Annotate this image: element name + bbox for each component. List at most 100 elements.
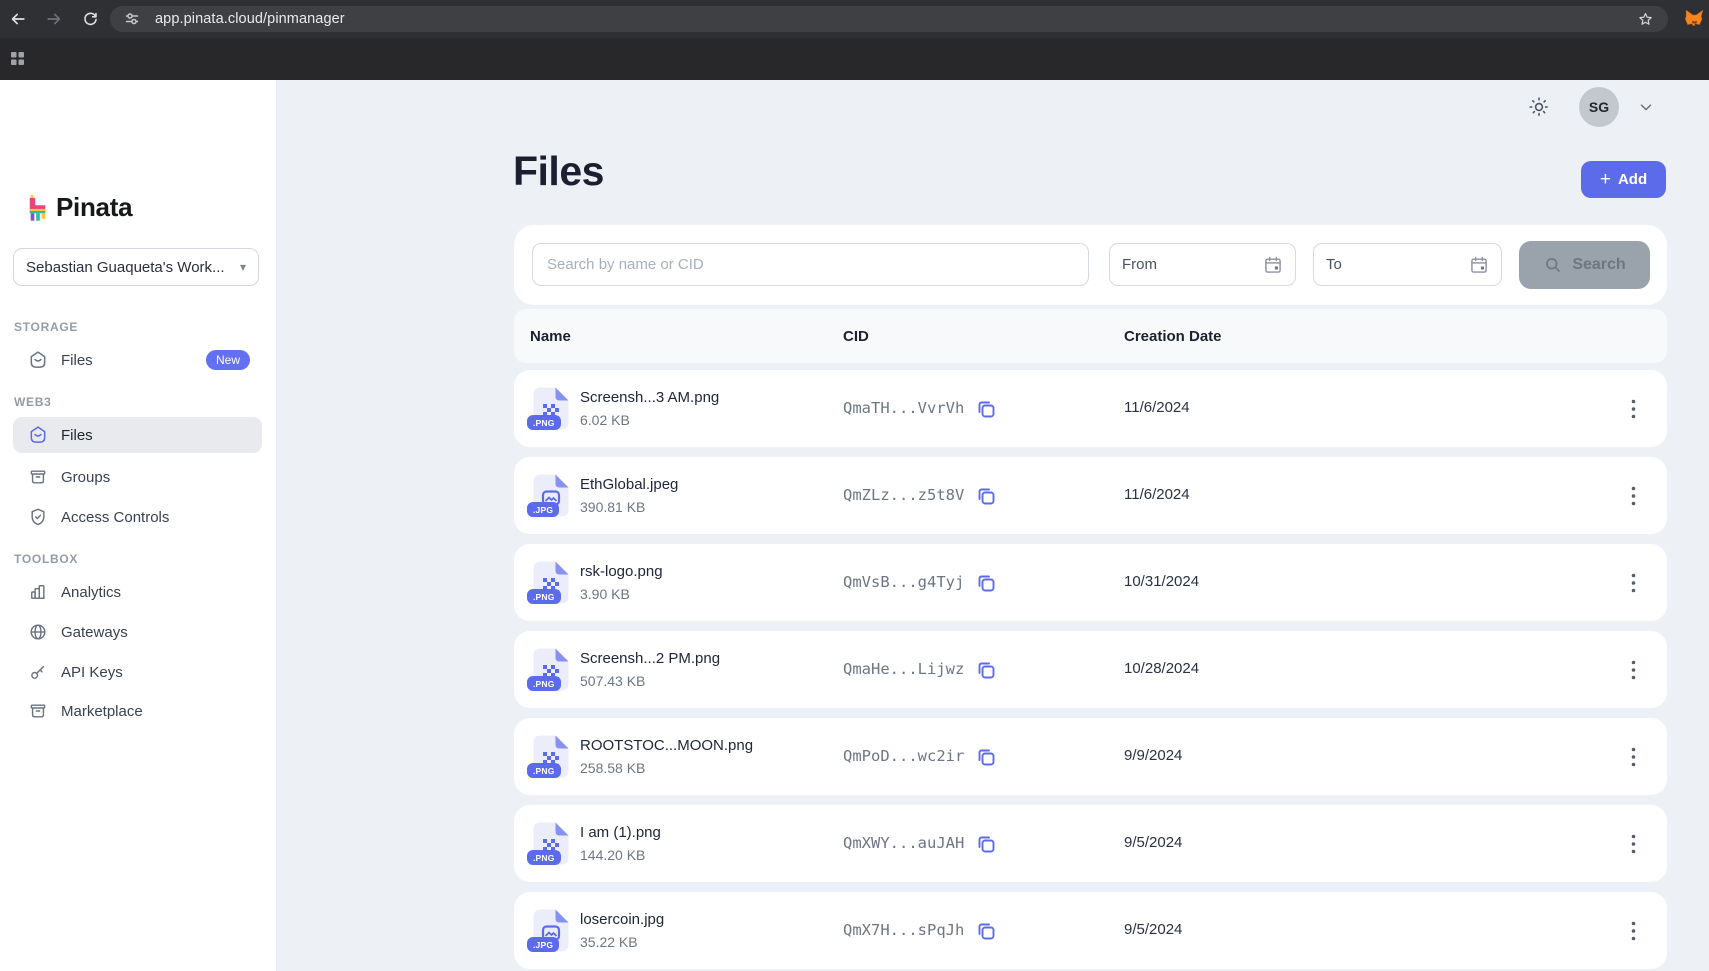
browser-refresh-button[interactable] <box>78 7 102 31</box>
file-type-icon: .PNG <box>532 734 570 779</box>
row-menu-button[interactable] <box>1620 396 1646 422</box>
bookmark-star-icon[interactable] <box>1636 10 1655 34</box>
date-to-field[interactable]: To <box>1313 243 1502 286</box>
new-badge: New <box>206 350 250 370</box>
copy-cid-button[interactable] <box>974 484 998 508</box>
pinata-logo[interactable]: Pinata <box>27 192 132 223</box>
copy-cid-button[interactable] <box>974 832 998 856</box>
box-icon <box>28 467 48 487</box>
table-row[interactable]: .PNG Screensh...2 PM.png 507.43 KB QmaHe… <box>514 631 1667 708</box>
tab-grid-icon[interactable] <box>10 51 25 71</box>
creation-date: 9/9/2024 <box>1124 747 1182 764</box>
sidebar-item-access-controls[interactable]: Access Controls <box>13 499 262 535</box>
add-button[interactable]: + Add <box>1581 161 1666 198</box>
browser-back-button[interactable] <box>6 7 30 31</box>
row-menu-button[interactable] <box>1620 831 1646 857</box>
sidebar-item-api-keys[interactable]: API Keys <box>13 654 262 690</box>
creation-date: 9/5/2024 <box>1124 834 1182 851</box>
file-cid: QmZLz...z5t8V <box>843 486 964 504</box>
page-title: Files <box>513 148 604 195</box>
sidebar-item-label: Gateways <box>61 624 128 641</box>
box-icon <box>28 701 48 721</box>
sidebar-item-files-storage[interactable]: Files New <box>13 342 262 378</box>
sidebar-item-label: Access Controls <box>61 509 169 526</box>
kebab-menu-icon <box>1631 573 1636 593</box>
search-input[interactable] <box>532 243 1089 286</box>
copy-cid-button[interactable] <box>974 745 998 769</box>
table-row[interactable]: .JPG losercoin.jpg 35.22 KB QmX7H...sPqJ… <box>514 892 1667 969</box>
kebab-menu-icon <box>1631 486 1636 506</box>
sidebar-item-gateways[interactable]: Gateways <box>13 614 262 650</box>
copy-icon <box>974 832 998 856</box>
browser-toolbar: app.pinata.cloud/pinmanager <box>0 0 1709 38</box>
address-bar[interactable]: app.pinata.cloud/pinmanager <box>110 6 1668 32</box>
sidebar-item-groups[interactable]: Groups <box>13 459 262 495</box>
file-type-icon: .JPG <box>532 473 570 518</box>
row-menu-button[interactable] <box>1620 744 1646 770</box>
sidebar-item-label: Files <box>61 352 93 369</box>
copy-cid-button[interactable] <box>974 397 998 421</box>
copy-icon <box>974 484 998 508</box>
account-menu-button[interactable] <box>1637 98 1655 121</box>
sidebar-item-label: Groups <box>61 469 110 486</box>
table-row[interactable]: .PNG rsk-logo.png 3.90 KB QmVsB...g4Tyj … <box>514 544 1667 621</box>
avatar[interactable]: SG <box>1579 87 1619 127</box>
sidebar-item-label: API Keys <box>61 664 123 681</box>
filter-card: From To Search <box>514 225 1667 305</box>
file-type-icon: .JPG <box>532 908 570 953</box>
workspace-selector[interactable]: Sebastian Guaqueta's Work... ▾ <box>13 248 259 286</box>
key-icon <box>28 662 48 682</box>
browser-forward-button[interactable] <box>42 7 66 31</box>
creation-date: 11/6/2024 <box>1124 486 1190 503</box>
site-settings-icon[interactable] <box>124 11 140 32</box>
creation-date: 10/28/2024 <box>1124 660 1199 677</box>
files-icon <box>28 425 48 445</box>
row-menu-button[interactable] <box>1620 483 1646 509</box>
table-row[interactable]: .PNG I am (1).png 144.20 KB QmXWY...auJA… <box>514 805 1667 882</box>
table-row[interactable]: .PNG ROOTSTOC...MOON.png 258.58 KB QmPoD… <box>514 718 1667 795</box>
kebab-menu-icon <box>1631 747 1636 767</box>
sun-icon <box>1527 95 1551 119</box>
file-name: rsk-logo.png <box>580 563 663 580</box>
workspace-name: Sebastian Guaqueta's Work... <box>26 259 240 276</box>
date-from-field[interactable]: From <box>1109 243 1296 286</box>
table-row[interactable]: .JPG EthGlobal.jpeg 390.81 KB QmZLz...z5… <box>514 457 1667 534</box>
file-size: 35.22 KB <box>580 934 638 950</box>
file-name: Screensh...3 AM.png <box>580 389 719 406</box>
sidebar-item-marketplace[interactable]: Marketplace <box>13 693 262 729</box>
file-size: 507.43 KB <box>580 673 645 689</box>
calendar-icon <box>1263 255 1283 275</box>
file-cid: QmaHe...Lijwz <box>843 660 964 678</box>
row-menu-button[interactable] <box>1620 570 1646 596</box>
row-menu-button[interactable] <box>1620 918 1646 944</box>
row-menu-button[interactable] <box>1620 657 1646 683</box>
url-text: app.pinata.cloud/pinmanager <box>155 11 345 27</box>
file-size: 6.02 KB <box>580 412 630 428</box>
sidebar: Pinata Sebastian Guaqueta's Work... ▾ ST… <box>0 80 277 971</box>
copy-cid-button[interactable] <box>974 658 998 682</box>
sidebar-item-analytics[interactable]: Analytics <box>13 574 262 610</box>
metamask-extension-icon[interactable] <box>1684 8 1705 34</box>
sidebar-item-files-web3[interactable]: Files <box>13 417 262 453</box>
file-type-icon: .PNG <box>532 560 570 605</box>
copy-cid-button[interactable] <box>974 571 998 595</box>
section-label-web3: WEB3 <box>14 395 52 409</box>
search-button[interactable]: Search <box>1519 241 1650 289</box>
file-size: 258.58 KB <box>580 760 645 776</box>
column-header-cid: CID <box>843 309 869 363</box>
globe-icon <box>28 622 48 642</box>
to-label: To <box>1326 256 1469 273</box>
add-button-label: Add <box>1618 171 1647 188</box>
table-row[interactable]: .PNG Screensh...3 AM.png 6.02 KB QmaTH..… <box>514 370 1667 447</box>
file-cid: QmPoD...wc2ir <box>843 747 964 765</box>
creation-date: 11/6/2024 <box>1124 399 1190 416</box>
copy-icon <box>974 658 998 682</box>
theme-toggle-button[interactable] <box>1525 93 1553 121</box>
pinata-pin-manager-page: app.pinata.cloud/pinmanager <box>0 0 1709 971</box>
pinata-logo-text: Pinata <box>56 192 132 223</box>
copy-cid-button[interactable] <box>974 919 998 943</box>
file-name: ROOTSTOC...MOON.png <box>580 737 753 754</box>
sidebar-item-label: Marketplace <box>61 703 143 720</box>
file-type-icon: .PNG <box>532 821 570 866</box>
file-name: losercoin.jpg <box>580 911 664 928</box>
